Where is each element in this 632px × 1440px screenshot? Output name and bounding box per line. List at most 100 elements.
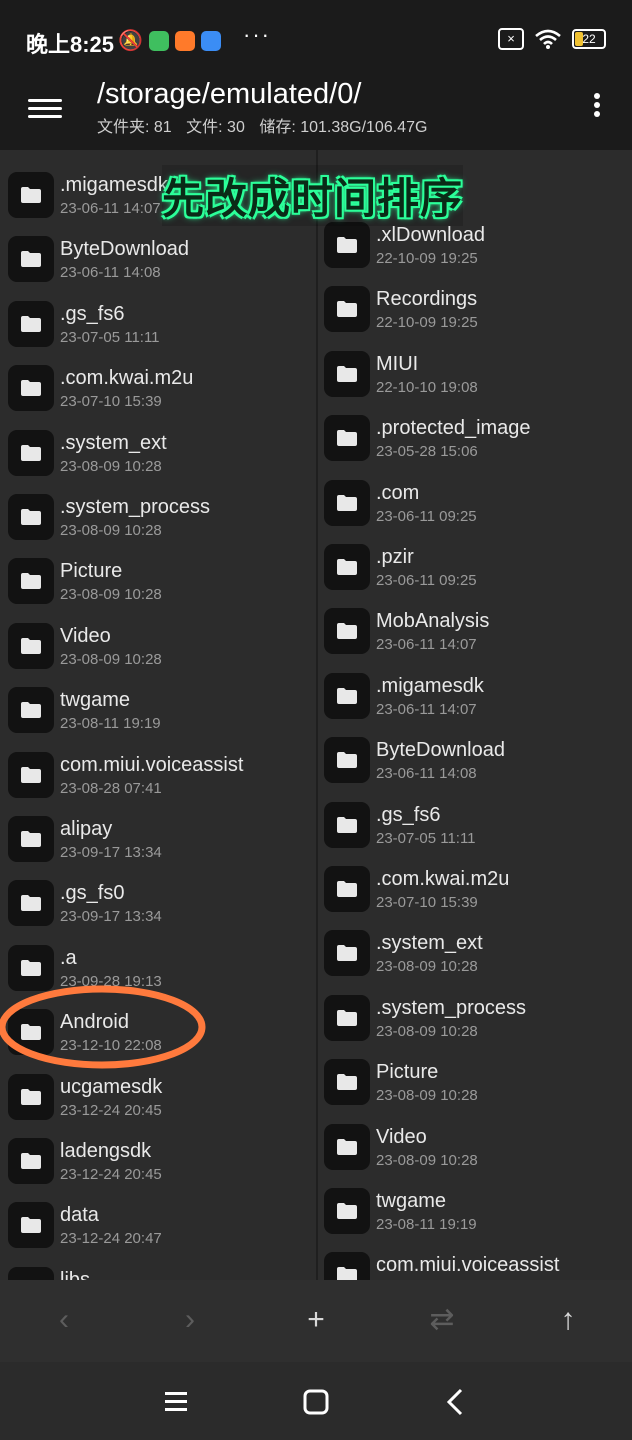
folder-row[interactable]: .migamesdk 23-06-11 14:07 bbox=[318, 667, 632, 731]
folder-icon bbox=[8, 236, 54, 283]
folder-row[interactable]: com.miui.voiceassist 23-08-28 07:41 bbox=[0, 746, 316, 810]
folder-modified-date: 23-08-09 10:28 bbox=[376, 958, 478, 976]
folder-row[interactable]: data 23-12-24 20:47 bbox=[0, 1196, 316, 1260]
up-directory-button[interactable]: ↑ bbox=[548, 1300, 588, 1340]
folder-icon bbox=[324, 222, 370, 268]
folder-modified-date: 23-08-09 10:28 bbox=[376, 1087, 478, 1105]
folder-name: .a bbox=[60, 946, 77, 969]
folder-modified-date: 23-07-10 15:39 bbox=[60, 393, 162, 411]
folder-row[interactable]: .system_process 23-08-09 10:28 bbox=[0, 488, 316, 552]
swap-panes-button[interactable]: ⇄ bbox=[422, 1300, 462, 1340]
folder-name: libs bbox=[60, 1268, 91, 1280]
folder-icon bbox=[324, 801, 370, 848]
folder-icon bbox=[8, 1266, 54, 1280]
cloud-app-icon bbox=[200, 30, 221, 51]
folder-row[interactable]: Picture 23-08-09 10:28 bbox=[0, 552, 316, 616]
folder-name: Recordings bbox=[376, 288, 478, 311]
folder-name: ByteDownload bbox=[376, 739, 505, 762]
folder-row[interactable]: .gs_fs6 23-07-05 11:11 bbox=[0, 295, 316, 359]
folder-modified-date: 22-10-09 19:25 bbox=[376, 250, 478, 267]
folder-row[interactable]: .system_ext 23-08-09 10:28 bbox=[318, 924, 632, 988]
folder-row[interactable]: alipay 23-09-17 13:34 bbox=[0, 810, 316, 874]
folder-row[interactable]: .system_ext 23-08-09 10:28 bbox=[0, 424, 316, 488]
folder-row[interactable]: .com 23-06-11 09:25 bbox=[318, 474, 632, 538]
folder-modified-date: 23-12-10 22:08 bbox=[60, 1037, 162, 1055]
folder-name: Video bbox=[60, 624, 111, 647]
annotation-caption: 先改成时间排序 bbox=[162, 165, 464, 226]
folder-modified-date: 23-09-17 13:34 bbox=[60, 908, 162, 926]
folder-row[interactable]: libs bbox=[0, 1261, 316, 1280]
folder-name: com.miui.voiceassist bbox=[60, 753, 244, 776]
folder-icon bbox=[324, 286, 370, 333]
folder-icon bbox=[8, 816, 54, 862]
home-icon[interactable] bbox=[296, 1382, 336, 1422]
folder-row[interactable]: .system_process 23-08-09 10:28 bbox=[318, 989, 632, 1053]
folder-modified-date: 23-07-05 11:11 bbox=[60, 328, 160, 346]
folder-row[interactable]: ucgamesdk 23-12-24 20:45 bbox=[0, 1068, 316, 1132]
folder-modified-date: 23-08-28 07:41 bbox=[60, 779, 162, 797]
forward-button[interactable]: › bbox=[170, 1300, 210, 1340]
folder-name: ladengsdk bbox=[60, 1140, 152, 1162]
folder-icon bbox=[8, 429, 54, 476]
folder-row[interactable]: twgame 23-08-11 19:19 bbox=[0, 681, 316, 745]
right-file-pane[interactable]: .xlDownload 22-10-09 19:25 Recordings 22-10… bbox=[318, 150, 632, 1280]
storage-usage: 储存: 101.38G/106.47G bbox=[259, 119, 428, 136]
folder-icon bbox=[8, 1138, 54, 1184]
folder-row[interactable]: .com.kwai.m2u 23-07-10 15:39 bbox=[0, 359, 316, 423]
folder-row[interactable]: .pzir 23-06-11 09:25 bbox=[318, 538, 632, 602]
folder-row[interactable]: MIUI 22-10-10 19:08 bbox=[318, 345, 632, 409]
left-file-pane[interactable]: .migamesdk 23-06-11 14:07 ByteDownload 23-0… bbox=[0, 150, 316, 1280]
folder-icon bbox=[324, 930, 370, 977]
folder-row[interactable]: twgame 23-08-11 19:19 bbox=[318, 1182, 632, 1246]
folder-row[interactable]: .protected_image 23-05-28 15:06 bbox=[318, 409, 632, 473]
menu-icon[interactable] bbox=[28, 94, 62, 120]
folder-name: ucgamesdk bbox=[60, 1075, 163, 1098]
folder-modified-date: 22-10-09 19:25 bbox=[376, 314, 478, 332]
back-button[interactable]: ‹ bbox=[44, 1300, 84, 1340]
game-app-icon bbox=[174, 30, 195, 51]
folder-row[interactable]: .gs_fs6 23-07-05 11:11 bbox=[318, 796, 632, 860]
folder-icon bbox=[324, 866, 370, 912]
folder-name: .system_process bbox=[376, 996, 527, 1019]
folder-row[interactable]: Video 23-08-09 10:28 bbox=[318, 1118, 632, 1182]
more-options-icon[interactable] bbox=[594, 90, 602, 120]
folder-modified-date: 23-09-28 19:13 bbox=[60, 972, 162, 990]
folder-name: .system_ext bbox=[60, 431, 167, 454]
folder-row[interactable]: Picture 23-08-09 10:28 bbox=[318, 1053, 632, 1117]
status-system-icons: × 22 bbox=[498, 28, 606, 50]
folder-name: twgame bbox=[376, 1190, 447, 1212]
folder-row[interactable]: Android 23-12-10 22:08 bbox=[0, 1003, 316, 1067]
folder-row[interactable]: .a 23-09-28 19:13 bbox=[0, 939, 316, 1003]
folder-row[interactable]: com.miui.voiceassist bbox=[318, 1246, 632, 1280]
status-time: 晚上8:25 bbox=[26, 32, 115, 57]
folder-row[interactable]: ByteDownload 23-06-11 14:08 bbox=[0, 230, 316, 294]
folder-row[interactable]: .com.kwai.m2u 23-07-10 15:39 bbox=[318, 860, 632, 924]
folder-name: .migamesdk bbox=[60, 174, 168, 196]
folder-row[interactable]: Recordings 22-10-09 19:25 bbox=[318, 280, 632, 344]
folder-icon bbox=[324, 1252, 370, 1280]
folder-row[interactable]: Video 23-08-09 10:28 bbox=[0, 617, 316, 681]
folder-name: .pzir bbox=[376, 546, 414, 568]
file-count: 文件: 30 bbox=[186, 119, 245, 136]
folder-modified-date: 23-08-09 10:28 bbox=[60, 457, 162, 475]
folder-row[interactable]: .gs_fs0 23-09-17 13:34 bbox=[0, 874, 316, 938]
recent-apps-icon[interactable] bbox=[156, 1382, 196, 1422]
folder-name: MIUI bbox=[376, 352, 419, 375]
battery-percent: 22 bbox=[582, 32, 596, 46]
folder-icon bbox=[8, 880, 54, 927]
folder-modified-date: 23-08-11 19:19 bbox=[376, 1216, 477, 1233]
folder-icon bbox=[8, 1202, 54, 1249]
app-bar: /storage/emulated/0/ 文件夹: 81 文件: 30 储存: … bbox=[0, 78, 632, 150]
folder-name: .gs_fs6 bbox=[376, 803, 441, 826]
back-nav-icon[interactable] bbox=[436, 1382, 476, 1422]
folder-icon bbox=[8, 622, 54, 669]
folder-row[interactable]: MobAnalysis 23-06-11 14:07 bbox=[318, 602, 632, 666]
folder-icon bbox=[324, 1123, 370, 1170]
add-button[interactable]: + bbox=[296, 1300, 336, 1340]
folder-modified-date: 23-08-09 10:28 bbox=[60, 522, 162, 539]
folder-modified-date: 23-08-09 10:28 bbox=[376, 1022, 478, 1040]
folder-name: twgame bbox=[60, 689, 131, 712]
folder-icon bbox=[324, 544, 370, 590]
folder-row[interactable]: ByteDownload 23-06-11 14:08 bbox=[318, 731, 632, 795]
folder-row[interactable]: ladengsdk 23-12-24 20:45 bbox=[0, 1132, 316, 1196]
